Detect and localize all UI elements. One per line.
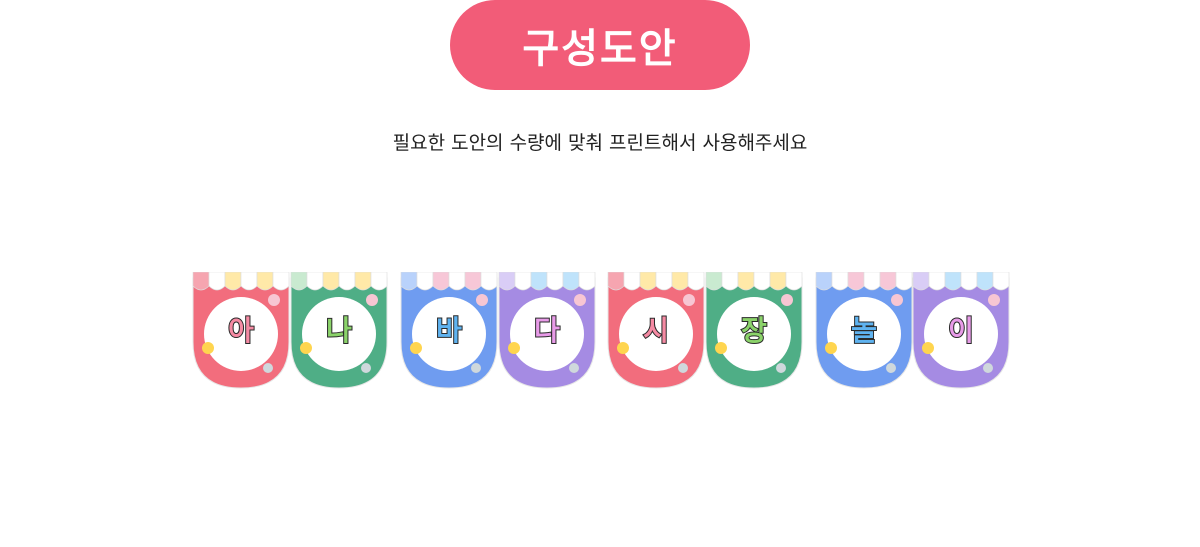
- toy-decoration-icon: [886, 363, 896, 373]
- toy-decoration-icon: [263, 363, 273, 373]
- toy-decoration-icon: [891, 294, 903, 306]
- awning-stripe: [815, 272, 833, 291]
- awning-stripe: [208, 272, 226, 291]
- awning-stripe: [306, 272, 324, 291]
- toy-decoration-icon: [366, 294, 378, 306]
- bunting-flag: 시: [607, 272, 705, 390]
- toy-decoration-icon: [678, 363, 688, 373]
- awning-stripe: [928, 272, 946, 291]
- toy-decoration-icon: [683, 294, 695, 306]
- title-pill: 구성도안: [450, 0, 750, 90]
- awning-stripe: [448, 272, 466, 291]
- bunting-flag: 다: [498, 272, 596, 390]
- awning-stripe: [562, 272, 580, 291]
- awning-stripe: [912, 272, 930, 291]
- flag-letter: 다: [533, 313, 561, 348]
- toy-decoration-icon: [983, 363, 993, 373]
- awning-stripe: [623, 272, 641, 291]
- bunting-flag: 아: [192, 272, 290, 390]
- awning-stripe: [944, 272, 962, 291]
- flag-letter: 이: [947, 313, 975, 348]
- page-title: 구성도안: [522, 26, 678, 72]
- toy-decoration-icon: [776, 363, 786, 373]
- awning-stripe: [290, 272, 308, 291]
- awning-stripe: [192, 272, 210, 291]
- awning-stripe: [705, 272, 723, 291]
- awning-stripe: [785, 272, 803, 291]
- awning-stripe: [607, 272, 625, 291]
- flag-letter: 나: [325, 313, 353, 348]
- awning-stripe: [498, 272, 516, 291]
- awning-stripe: [240, 272, 258, 291]
- awning-stripe: [480, 272, 498, 291]
- awning-stripe: [831, 272, 849, 291]
- awning-stripe: [338, 272, 356, 291]
- page-subtitle: 필요한 도안의 수량에 맞춰 프린트해서 사용해주세요: [392, 132, 808, 154]
- toy-decoration-icon: [988, 294, 1000, 306]
- toy-decoration-icon: [268, 294, 280, 306]
- awning-stripe: [769, 272, 787, 291]
- awning-stripe: [687, 272, 705, 291]
- awning-stripe: [514, 272, 532, 291]
- awning-stripe: [847, 272, 865, 291]
- toy-decoration-icon: [569, 363, 579, 373]
- awning-stripe: [272, 272, 290, 291]
- awning-stripe: [895, 272, 913, 291]
- awning-stripe: [322, 272, 340, 291]
- awning-stripe: [992, 272, 1010, 291]
- flag-letter: 장: [740, 313, 768, 348]
- bunting-flag: 놀: [815, 272, 913, 390]
- awning-stripe: [578, 272, 596, 291]
- toy-decoration-icon: [476, 294, 488, 306]
- awning-stripe: [639, 272, 657, 291]
- flag-letter: 시: [642, 313, 670, 348]
- awning-stripe: [370, 272, 388, 291]
- flag-letter: 아: [227, 313, 255, 348]
- awning-stripe: [416, 272, 434, 291]
- bunting-flag: 장: [705, 272, 803, 390]
- awning-stripe: [960, 272, 978, 291]
- bunting-flag: 나: [290, 272, 388, 390]
- toy-decoration-icon: [471, 363, 481, 373]
- awning-stripe: [671, 272, 689, 291]
- awning-stripe: [753, 272, 771, 291]
- awning-stripe: [655, 272, 673, 291]
- awning-stripe: [464, 272, 482, 291]
- bunting-flag: 바: [400, 272, 498, 390]
- awning-stripe: [879, 272, 897, 291]
- bunting-flag: 이: [912, 272, 1010, 390]
- awning-stripe: [976, 272, 994, 291]
- awning-stripe: [354, 272, 372, 291]
- toy-decoration-icon: [361, 363, 371, 373]
- awning-stripe: [530, 272, 548, 291]
- toy-decoration-icon: [574, 294, 586, 306]
- toy-decoration-icon: [781, 294, 793, 306]
- awning-stripe: [737, 272, 755, 291]
- flag-letter: 바: [435, 313, 463, 348]
- awning-stripe: [400, 272, 418, 291]
- awning-stripe: [256, 272, 274, 291]
- flag-letter: 놀: [850, 313, 878, 348]
- awning-stripe: [721, 272, 739, 291]
- awning-stripe: [546, 272, 564, 291]
- awning-stripe: [224, 272, 242, 291]
- awning-stripe: [432, 272, 450, 291]
- awning-stripe: [863, 272, 881, 291]
